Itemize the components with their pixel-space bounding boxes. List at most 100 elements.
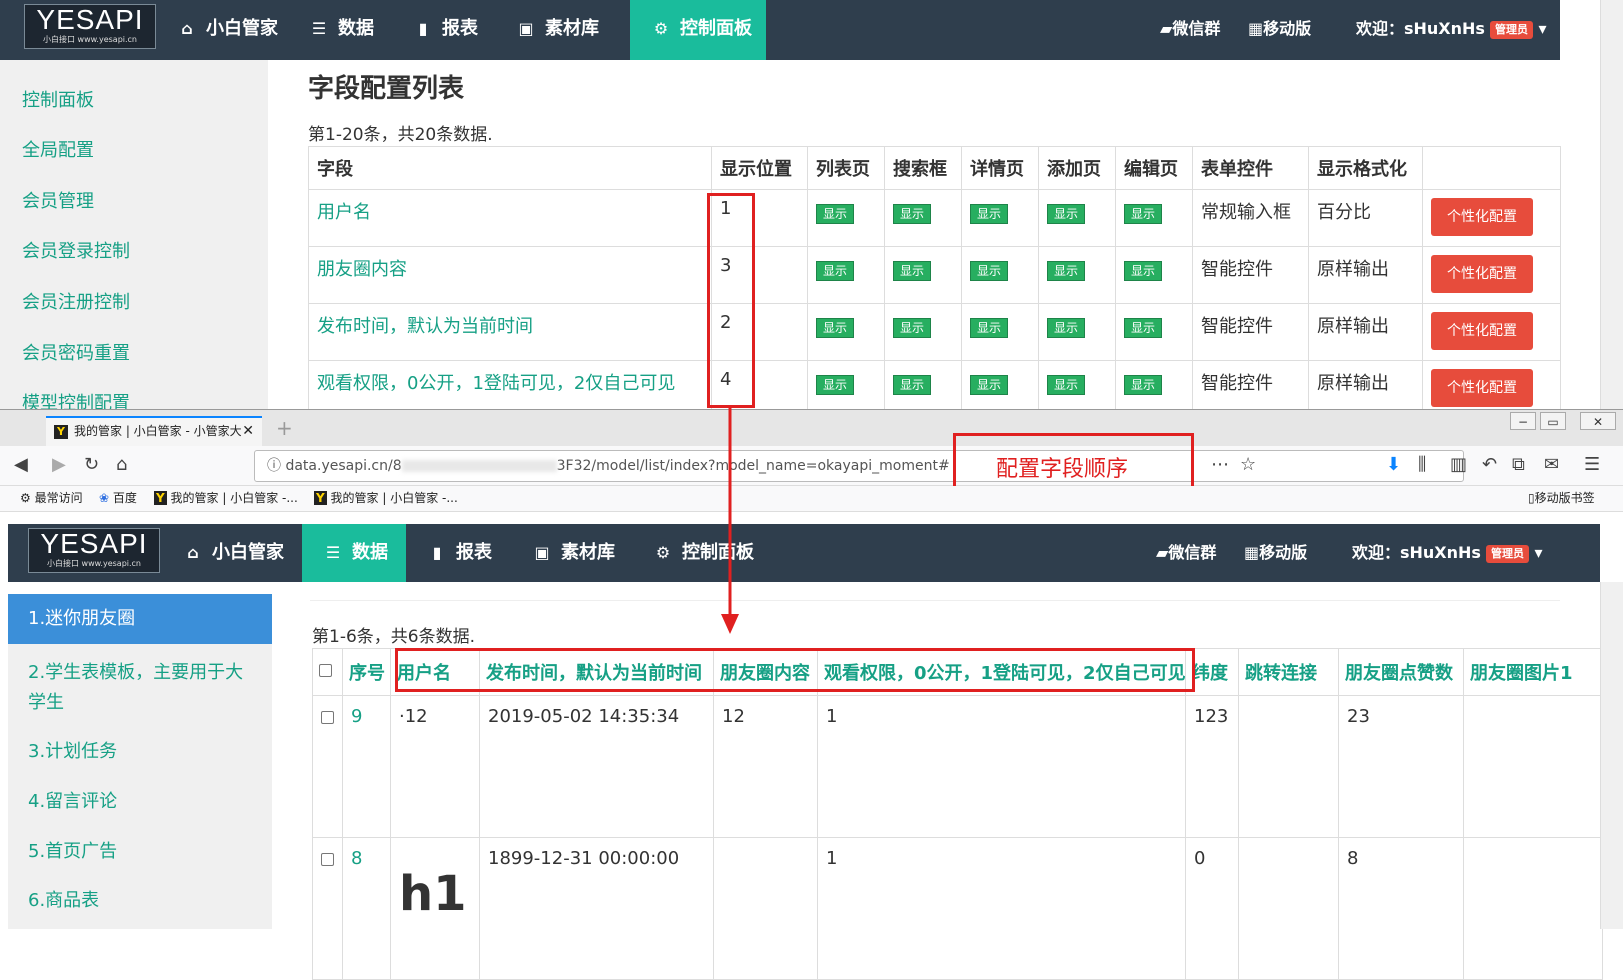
col-edit[interactable]: 编辑页: [1115, 146, 1193, 190]
show-toggle[interactable]: 显示: [970, 375, 1009, 395]
nav-report[interactable]: ▮ 报表: [414, 0, 478, 60]
mobile-version-link[interactable]: ▦移动版: [1248, 0, 1311, 60]
sidebar-item-control-panel[interactable]: 控制面板: [22, 86, 94, 112]
back-icon[interactable]: ◀: [14, 454, 28, 475]
show-toggle[interactable]: 显示: [893, 375, 932, 395]
show-toggle[interactable]: 显示: [1047, 204, 1086, 224]
show-toggle[interactable]: 显示: [1124, 261, 1163, 281]
show-toggle[interactable]: 显示: [816, 375, 855, 395]
bookmark-yesapi-2[interactable]: Y 我的管家 | 小白管家 -...: [314, 486, 458, 510]
col-list-page[interactable]: 列表页: [807, 146, 885, 190]
col-form-control[interactable]: 表单控件: [1192, 146, 1309, 190]
show-toggle[interactable]: 显示: [970, 204, 1009, 224]
col-position[interactable]: 显示位置: [711, 146, 808, 190]
row-checkbox[interactable]: [321, 710, 334, 724]
bookmark-star-icon[interactable]: ☆: [1240, 454, 1256, 475]
col-image1[interactable]: 朋友圈图片1: [1463, 648, 1603, 696]
show-toggle[interactable]: 显示: [893, 318, 932, 338]
reload-icon[interactable]: ↻: [84, 454, 99, 475]
sidebar-toggle-icon[interactable]: ▥: [1450, 454, 1467, 475]
sidebar-item-login-control[interactable]: 会员登录控制: [22, 237, 130, 263]
sidebar-item-products[interactable]: 6.商品表: [28, 886, 99, 912]
sidebar-item-global-config[interactable]: 全局配置: [22, 136, 94, 162]
show-toggle[interactable]: 显示: [970, 261, 1009, 281]
custom-config-button[interactable]: 个性化配置: [1431, 312, 1533, 350]
nav-home[interactable]: ⌂ 小白管家: [178, 0, 278, 60]
show-toggle[interactable]: 显示: [816, 318, 855, 338]
show-toggle[interactable]: 显示: [1047, 261, 1086, 281]
nav-report[interactable]: ▮ 报表: [428, 524, 492, 582]
sidebar-item-moments[interactable]: 1.迷你朋友圈: [8, 594, 272, 644]
nav-home[interactable]: ⌂ 小白管家: [184, 524, 284, 582]
close-window-button[interactable]: ✕: [1580, 412, 1616, 430]
field-name[interactable]: 朋友圈内容: [308, 246, 712, 304]
close-tab-icon[interactable]: ✕: [242, 418, 254, 444]
comment-icon[interactable]: ✉: [1544, 454, 1559, 475]
nav-materials[interactable]: ▣ 素材库: [533, 524, 615, 582]
show-toggle[interactable]: 显示: [970, 318, 1009, 338]
user-menu[interactable]: 欢迎：sHuXnHs 管理员 ▾: [1352, 524, 1543, 582]
user-menu[interactable]: 欢迎：sHuXnHs 管理员 ▾: [1356, 0, 1547, 60]
col-field[interactable]: 字段: [308, 146, 712, 190]
field-name[interactable]: 发布时间，默认为当前时间: [308, 303, 712, 361]
address-bar[interactable]: ⓘ data.yesapi.cn/8 3F32/model/list/index?…: [254, 450, 1464, 482]
field-name[interactable]: 用户名: [308, 189, 712, 247]
sidebar-item-home-ads[interactable]: 5.首页广告: [28, 837, 117, 863]
nav-control-panel[interactable]: ⚙ 控制面板: [630, 0, 766, 60]
download-icon[interactable]: ⬇: [1386, 454, 1401, 475]
sidebar-item-members[interactable]: 会员管理: [22, 187, 94, 213]
library-icon[interactable]: ⫼: [1418, 454, 1426, 475]
bookmark-baidu[interactable]: ❀ 百度: [99, 486, 137, 510]
maximize-button[interactable]: ▭: [1540, 412, 1566, 430]
sidebar-item-register-control[interactable]: 会员注册控制: [22, 288, 130, 314]
custom-config-button[interactable]: 个性化配置: [1431, 198, 1533, 236]
nav-data[interactable]: ☰ 数据: [310, 0, 374, 60]
mobile-bookmarks[interactable]: ▯移动版书签: [1528, 486, 1595, 510]
row-id[interactable]: 9: [342, 695, 391, 838]
bookmark-most-visited[interactable]: ⚙ 最常访问: [20, 486, 83, 510]
col-search[interactable]: 搜索框: [884, 146, 962, 190]
yesapi-logo[interactable]: YESAPI 小白接口 www.yesapi.cn: [24, 4, 156, 49]
nav-data[interactable]: ☰ 数据: [302, 524, 406, 582]
bookmark-yesapi-1[interactable]: Y 我的管家 | 小白管家 -...: [154, 486, 298, 510]
wechat-group-link[interactable]: ▰微信群: [1160, 0, 1220, 60]
select-all-checkbox[interactable]: [319, 663, 332, 677]
col-add[interactable]: 添加页: [1038, 146, 1116, 190]
col-id[interactable]: 序号: [342, 648, 391, 696]
home-button-icon[interactable]: ⌂: [116, 454, 127, 475]
show-toggle[interactable]: 显示: [893, 261, 932, 281]
row-checkbox[interactable]: [321, 852, 334, 866]
show-toggle[interactable]: 显示: [1124, 204, 1163, 224]
sidebar-item-student-template[interactable]: 2.学生表模板，主要用于大学生: [28, 658, 258, 718]
row-id[interactable]: 8: [342, 837, 391, 980]
sidebar-item-password-reset[interactable]: 会员密码重置: [22, 339, 130, 365]
show-toggle[interactable]: 显示: [893, 204, 932, 224]
col-likes[interactable]: 朋友圈点赞数: [1338, 648, 1464, 696]
custom-config-button[interactable]: 个性化配置: [1431, 369, 1533, 407]
minimize-button[interactable]: −: [1510, 412, 1536, 430]
sidebar-item-comments[interactable]: 4.留言评论: [28, 787, 117, 813]
bottom-scrollbar[interactable]: [1600, 582, 1623, 929]
show-toggle[interactable]: 显示: [1047, 375, 1086, 395]
show-toggle[interactable]: 显示: [816, 204, 855, 224]
mobile-version-link[interactable]: ▦移动版: [1244, 524, 1307, 582]
show-toggle[interactable]: 显示: [1124, 318, 1163, 338]
wechat-group-link[interactable]: ▰微信群: [1156, 524, 1216, 582]
col-format[interactable]: 显示格式化: [1308, 146, 1423, 190]
show-toggle[interactable]: 显示: [816, 261, 855, 281]
show-toggle[interactable]: 显示: [1124, 375, 1163, 395]
menu-icon[interactable]: ☰: [1584, 454, 1600, 475]
sidebar-item-scheduled-tasks[interactable]: 3.计划任务: [28, 737, 117, 763]
new-tab-icon[interactable]: +: [276, 416, 293, 440]
crop-icon[interactable]: ⧉: [1512, 454, 1525, 475]
more-icon[interactable]: ⋯: [1211, 454, 1229, 475]
top-scrollbar[interactable]: [1600, 0, 1623, 409]
browser-tab[interactable]: Y 我的管家 | 小白管家 - 小管家大 ✕: [46, 416, 262, 446]
custom-config-button[interactable]: 个性化配置: [1431, 255, 1533, 293]
col-link[interactable]: 跳转连接: [1238, 648, 1339, 696]
yesapi-logo[interactable]: YESAPI 小白接口 www.yesapi.cn: [28, 528, 160, 573]
undo-icon[interactable]: ↶: [1482, 454, 1497, 475]
nav-materials[interactable]: ▣ 素材库: [517, 0, 599, 60]
forward-icon[interactable]: ▶: [52, 454, 66, 475]
show-toggle[interactable]: 显示: [1047, 318, 1086, 338]
